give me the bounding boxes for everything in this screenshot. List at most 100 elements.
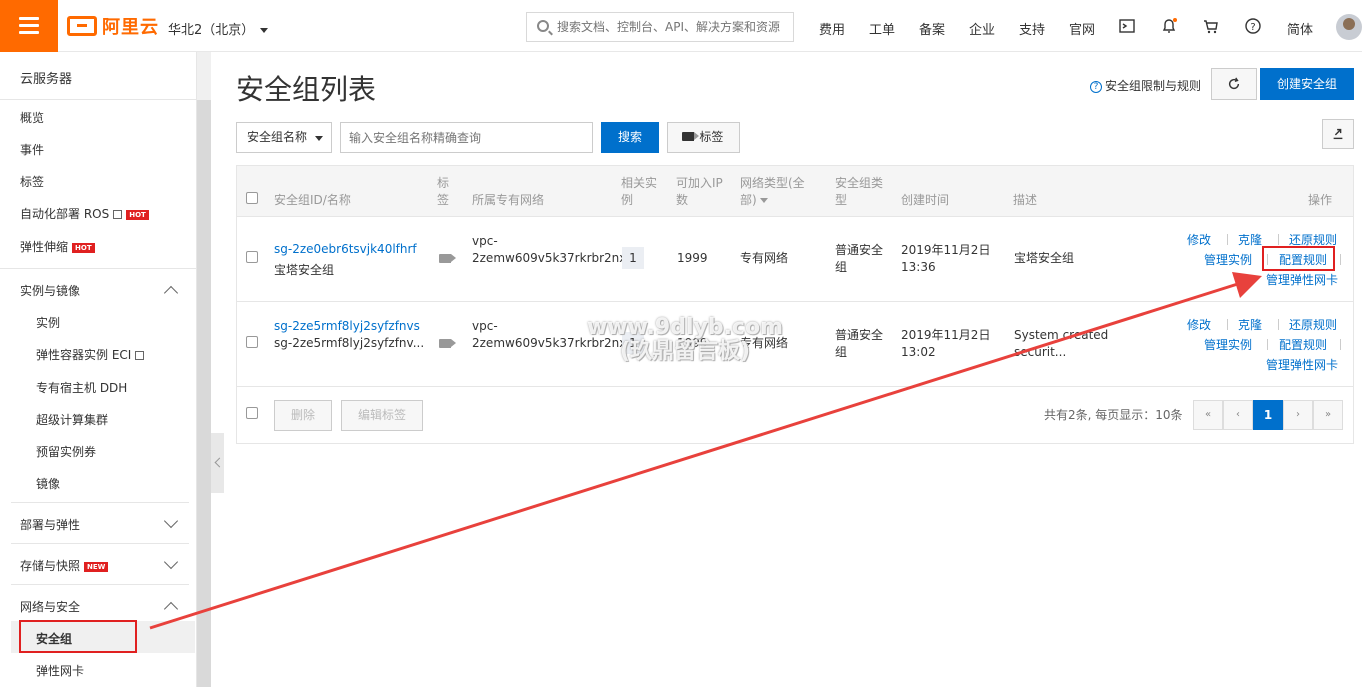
related-instance-count[interactable]: 1 <box>622 247 644 269</box>
sg-type-line2: 组 <box>835 345 848 359</box>
export-button[interactable] <box>1322 119 1354 149</box>
avatar[interactable] <box>1336 14 1362 40</box>
first-page-button[interactable]: « <box>1193 400 1223 430</box>
modify-link[interactable]: 修改 <box>1187 316 1211 333</box>
help-icon[interactable]: ? <box>1244 17 1262 35</box>
vpc-prefix: vpc- <box>472 234 498 248</box>
security-group-search-input[interactable] <box>340 122 593 153</box>
terminal-icon[interactable] <box>1118 17 1136 35</box>
manage-eni-link[interactable]: 管理弹性网卡 <box>1266 356 1338 373</box>
sidebar-item-instances[interactable]: 实例 <box>36 314 60 331</box>
sidebar-group-storage[interactable]: 存储与快照 NEW <box>20 557 109 574</box>
sidebar-item-eci[interactable]: 弹性容器实例 ECI <box>36 346 145 363</box>
aliyun-logo[interactable]: 阿里云 <box>67 14 159 38</box>
global-search-input[interactable] <box>557 17 789 37</box>
security-group-name: 宝塔安全组 <box>274 263 335 277</box>
sidebar-item-ddh[interactable]: 专有宿主机 DDH <box>36 379 127 396</box>
caret-down-icon <box>260 28 269 33</box>
sidebar-item-autoscaling[interactable]: 弹性伸缩 HOT <box>20 238 95 255</box>
edit-tags-button[interactable]: 编辑标签 <box>341 400 423 431</box>
configure-rules-link[interactable]: 配置规则 <box>1279 336 1327 353</box>
manage-eni-link[interactable]: 管理弹性网卡 <box>1266 271 1338 288</box>
sidebar-item-events[interactable]: 事件 <box>20 141 44 158</box>
sidebar-item-tags[interactable]: 标签 <box>20 173 44 190</box>
restore-rules-link[interactable]: 还原规则 <box>1289 316 1337 333</box>
clone-link[interactable]: 克隆 <box>1238 231 1262 248</box>
region-label: 华北2（北京） <box>168 23 255 38</box>
nav-official[interactable]: 官网 <box>1069 19 1095 38</box>
refresh-button[interactable] <box>1211 68 1257 100</box>
sidebar-item-ros[interactable]: 自动化部署 ROS HOT <box>20 205 149 222</box>
menu-icon[interactable] <box>0 0 58 52</box>
manage-instances-link[interactable]: 管理实例 <box>1204 251 1252 268</box>
sidebar-item-reserved[interactable]: 预留实例券 <box>36 443 96 460</box>
nav-support[interactable]: 支持 <box>1019 19 1045 38</box>
clone-link[interactable]: 克隆 <box>1238 316 1262 333</box>
aliyun-logo-icon <box>67 16 97 36</box>
modify-link[interactable]: 修改 <box>1187 231 1211 248</box>
last-page-button[interactable]: » <box>1313 400 1343 430</box>
security-group-table: 安全组ID/名称 标签 所属专有网络 相关实例 可加入IP数 网络类型(全部) … <box>236 165 1354 444</box>
security-group-limits-link[interactable]: ? 安全组限制与规则 <box>1090 77 1201 94</box>
delete-button[interactable]: 删除 <box>274 400 332 431</box>
available-ip-count: 1999 <box>677 251 708 265</box>
sidebar-scrollbar[interactable] <box>197 100 211 687</box>
filter-field-select[interactable]: 安全组名称 <box>236 122 332 153</box>
search-button[interactable]: 搜索 <box>601 122 659 153</box>
sidebar-item-eni[interactable]: 弹性网卡 <box>36 662 84 679</box>
security-group-id-link[interactable]: sg-2ze5rmf8lyj2syfzfnvs <box>274 318 420 335</box>
select-all-checkbox[interactable] <box>246 192 258 204</box>
tag-filter-button[interactable]: 标签 <box>667 122 740 153</box>
col-sg-type: 安全组类型 <box>835 176 884 207</box>
page-1-button[interactable]: 1 <box>1253 400 1283 430</box>
annotation-box-security-group <box>19 620 137 653</box>
sidebar-scroll-up[interactable] <box>197 52 211 100</box>
security-group-id-link[interactable]: sg-2ze0ebr6tsvjk40lfhrf <box>274 241 417 258</box>
tag-icon[interactable] <box>439 254 456 263</box>
nav-billing[interactable]: 费用 <box>819 19 845 38</box>
watermark: www.9dlyb.com (玖鼎留言板) <box>585 316 785 364</box>
sidebar-item-images[interactable]: 镜像 <box>36 475 60 492</box>
caret-down-icon <box>315 136 323 141</box>
region-selector[interactable]: 华北2（北京） <box>168 19 269 38</box>
annotation-box-config-rules <box>1262 246 1335 271</box>
created-time: 13:02 <box>901 345 936 359</box>
description-line2: securit... <box>1014 345 1067 359</box>
sidebar-item-eci-label: 弹性容器实例 ECI <box>36 348 132 362</box>
page-title: 安全组列表 <box>236 73 377 106</box>
sg-type-line1: 普通安全 <box>835 328 884 342</box>
row-checkbox[interactable] <box>246 251 258 263</box>
nav-ticket[interactable]: 工单 <box>869 19 895 38</box>
bell-icon[interactable] <box>1160 17 1178 35</box>
global-search[interactable] <box>526 12 794 42</box>
footer-checkbox[interactable] <box>246 407 258 419</box>
question-icon: ? <box>1090 80 1102 93</box>
watermark-line2: (玖鼎留言板) <box>619 339 751 364</box>
sg-type-line2: 组 <box>835 260 848 274</box>
sidebar-group-network[interactable]: 网络与安全 <box>20 598 80 615</box>
nav-enterprise[interactable]: 企业 <box>969 19 995 38</box>
cart-icon[interactable] <box>1202 17 1220 35</box>
col-tag: 标签 <box>437 176 450 207</box>
language-selector[interactable]: 简体 <box>1287 19 1313 38</box>
col-related: 相关实例 <box>621 176 658 207</box>
create-security-group-button[interactable]: 创建安全组 <box>1260 68 1354 100</box>
divider <box>0 268 197 269</box>
tag-icon[interactable] <box>439 339 456 348</box>
nav-icp[interactable]: 备案 <box>919 19 945 38</box>
divider <box>1227 234 1228 245</box>
col-net-type[interactable]: 网络类型(全部) <box>740 175 810 209</box>
sidebar-item-overview[interactable]: 概览 <box>20 109 44 126</box>
filter-field-value: 安全组名称 <box>247 130 308 144</box>
sidebar-group-instances[interactable]: 实例与镜像 <box>20 282 80 299</box>
sidebar-group-deploy[interactable]: 部署与弹性 <box>20 516 80 533</box>
manage-instances-link[interactable]: 管理实例 <box>1204 336 1252 353</box>
divider <box>11 584 189 585</box>
sidebar-collapse-handle[interactable] <box>211 433 224 493</box>
created-time: 13:36 <box>901 260 936 274</box>
sidebar-item-scc[interactable]: 超级计算集群 <box>36 411 108 428</box>
prev-page-button[interactable]: ‹ <box>1223 400 1253 430</box>
export-icon <box>1333 128 1343 140</box>
next-page-button[interactable]: › <box>1283 400 1313 430</box>
row-checkbox[interactable] <box>246 336 258 348</box>
